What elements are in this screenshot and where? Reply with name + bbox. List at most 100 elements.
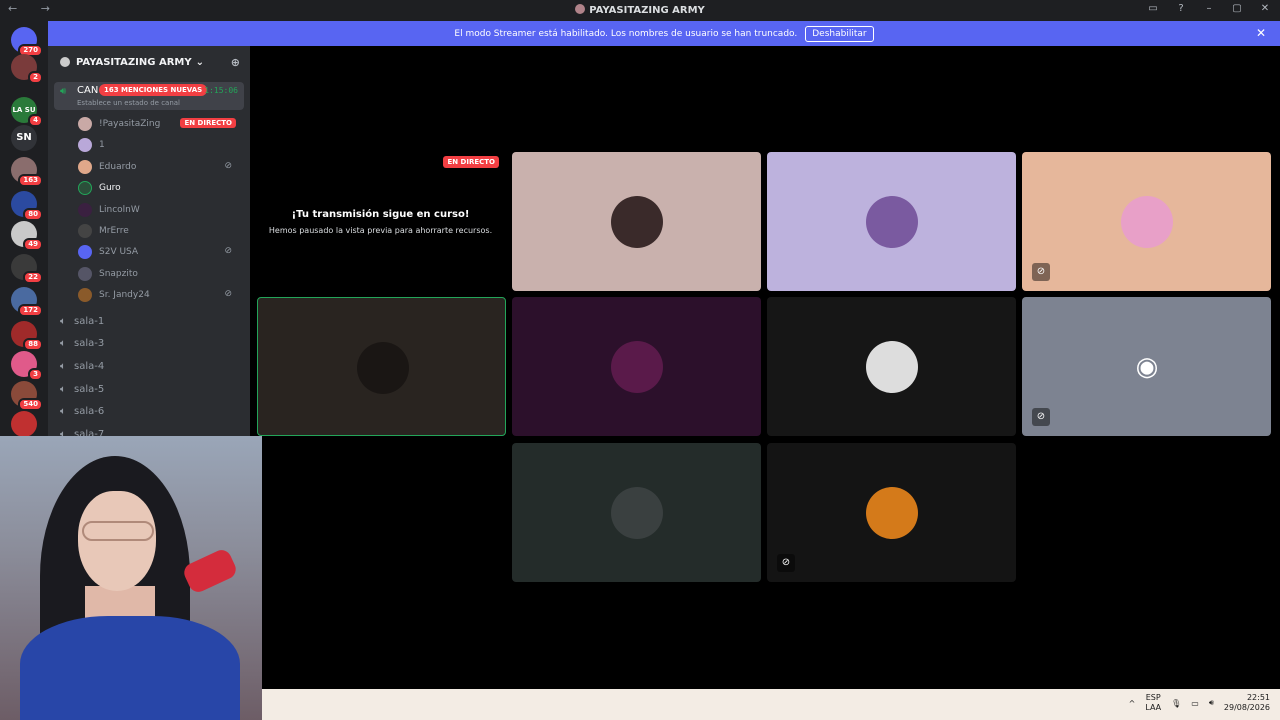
avatar bbox=[78, 202, 92, 217]
mentions-badge[interactable]: 163 MENCIONES NUEVAS bbox=[99, 84, 208, 96]
participant-tile[interactable]: ◉ ⊘ bbox=[1022, 297, 1271, 436]
voice-stage: EN DIRECTO ¡Tu transmisión sigue en curs… bbox=[250, 46, 1280, 689]
webcam-microphone bbox=[181, 546, 239, 596]
member-name: Sr. Jandy24 bbox=[99, 290, 150, 301]
participant-tile[interactable]: ⊘ bbox=[767, 443, 1016, 582]
speaker-icon: 🔈︎ bbox=[60, 360, 66, 372]
inbox-icon[interactable]: ▭ bbox=[1146, 3, 1160, 14]
participant-avatar bbox=[611, 196, 663, 248]
server-label: LA SU bbox=[12, 106, 36, 114]
maximize-button[interactable]: ▢ bbox=[1230, 3, 1244, 14]
participant-avatar bbox=[357, 342, 409, 394]
voice-channel[interactable]: 🔈︎ sala-6 bbox=[60, 403, 240, 421]
speaker-icon: 🔈︎ bbox=[60, 406, 66, 418]
call-timer: 1:15:06 bbox=[204, 86, 238, 95]
server-icon-3[interactable]: LA SU 4 bbox=[11, 97, 43, 127]
participant-avatar bbox=[866, 341, 918, 393]
avatar bbox=[78, 159, 92, 174]
participant-tile[interactable] bbox=[512, 152, 761, 291]
own-stream-tile[interactable]: EN DIRECTO ¡Tu transmisión sigue en curs… bbox=[256, 152, 505, 291]
channel-name: sala-3 bbox=[74, 338, 105, 350]
server-icon-6[interactable]: 80 bbox=[11, 191, 43, 221]
participant-tile[interactable] bbox=[512, 297, 761, 436]
webcam-shirt bbox=[20, 616, 240, 720]
participant-tile[interactable] bbox=[767, 152, 1016, 291]
voice-channel[interactable]: 🔈︎ sala-1 bbox=[60, 312, 240, 330]
channel-sidebar: PAYASITAZING ARMY ⌄ ⊕ 🔊︎ CAN 163 MENCION… bbox=[48, 46, 250, 436]
member-name: S2V USA bbox=[99, 247, 139, 258]
avatar bbox=[78, 224, 92, 238]
server-icon-4[interactable]: SN bbox=[11, 125, 37, 151]
voice-channel[interactable]: 🔈︎ sala-4 bbox=[60, 357, 240, 375]
voice-member[interactable]: Sr. Jandy24 ⊘ bbox=[78, 286, 244, 304]
speaker-icon: 🔈︎ bbox=[60, 383, 66, 395]
mention-badge: 3 bbox=[28, 368, 43, 381]
voice-member[interactable]: MrErre bbox=[78, 222, 244, 240]
add-member-icon[interactable]: ⊕ bbox=[231, 56, 240, 69]
participant-tile[interactable] bbox=[257, 297, 506, 436]
mic-icon[interactable]: 🎙︎ bbox=[1171, 699, 1181, 708]
channel-name: CAN bbox=[77, 85, 99, 96]
voice-member[interactable]: 1 bbox=[78, 136, 244, 154]
volume-icon[interactable]: 🔊︎ bbox=[1209, 698, 1214, 708]
banner-message: El modo Streamer está habilitado. Los no… bbox=[454, 28, 798, 39]
muted-mic-icon: ⊘ bbox=[224, 246, 232, 257]
discord-home-icon[interactable]: 270 bbox=[11, 27, 43, 57]
server-name: PAYASITAZING ARMY bbox=[76, 56, 192, 68]
server-icon-2[interactable]: 2 bbox=[11, 54, 43, 84]
server-icon-5[interactable]: 163 bbox=[11, 157, 43, 187]
server-icon-11[interactable]: 3 bbox=[11, 351, 43, 381]
webcam-overlay bbox=[0, 436, 262, 720]
mention-badge: 540 bbox=[18, 398, 43, 411]
help-icon[interactable]: ? bbox=[1174, 3, 1188, 14]
server-icon-10[interactable]: 88 bbox=[11, 321, 43, 351]
channel-status[interactable]: Establece un estado de canal bbox=[77, 99, 180, 107]
voice-member[interactable]: S2V USA ⊘ bbox=[78, 243, 244, 261]
network-icon[interactable]: ▭ bbox=[1191, 699, 1199, 708]
streamer-mode-banner: El modo Streamer está habilitado. Los no… bbox=[48, 21, 1280, 46]
close-window-button[interactable]: ✕ bbox=[1258, 3, 1272, 14]
title-bar: ← → PAYASITAZING ARMY ▭ ? – ▢ ✕ bbox=[0, 0, 1280, 21]
mention-badge: 172 bbox=[18, 304, 43, 317]
participant-avatar bbox=[866, 196, 918, 248]
server-icon-7[interactable]: 49 bbox=[11, 221, 43, 251]
taskbar: ^ ESP LAA 🎙︎ ▭ 🔊︎ 22:51 29/08/2026 bbox=[262, 689, 1280, 720]
voice-channel[interactable]: 🔈︎ sala-5 bbox=[60, 380, 240, 398]
live-badge: EN DIRECTO bbox=[180, 118, 236, 128]
participant-tile[interactable]: ⊘ bbox=[1022, 152, 1271, 291]
voice-member[interactable]: LincolnW bbox=[78, 201, 244, 219]
server-icon-8[interactable]: 22 bbox=[11, 254, 43, 284]
server-icon bbox=[60, 57, 70, 67]
disable-button[interactable]: Deshabilitar bbox=[805, 25, 874, 42]
minimize-button[interactable]: – bbox=[1202, 3, 1216, 14]
participant-tile[interactable] bbox=[512, 443, 761, 582]
language-indicator[interactable]: ESP LAA bbox=[1145, 693, 1161, 713]
server-list: 270 2 LA SU 4 SN 163 80 49 22 172 88 3 540 bbox=[0, 21, 48, 437]
voice-channel[interactable]: 🔈︎ sala-3 bbox=[60, 335, 240, 353]
voice-channel[interactable]: 🔈︎ sala-7 bbox=[60, 426, 240, 436]
server-icon-13[interactable] bbox=[11, 411, 37, 437]
participant-tile[interactable] bbox=[767, 297, 1016, 436]
mention-badge: 2 bbox=[28, 71, 43, 84]
participant-avatar bbox=[611, 341, 663, 393]
server-icon-12[interactable]: 540 bbox=[11, 381, 43, 411]
mention-badge: 22 bbox=[23, 271, 43, 284]
server-header[interactable]: PAYASITAZING ARMY ⌄ ⊕ bbox=[48, 46, 250, 78]
server-icon-9[interactable]: 172 bbox=[11, 287, 43, 317]
window-title: PAYASITAZING ARMY bbox=[0, 4, 1280, 16]
voice-member[interactable]: Eduardo ⊘ bbox=[78, 158, 244, 176]
clock[interactable]: 22:51 29/08/2026 bbox=[1224, 693, 1270, 713]
voice-member[interactable]: Guro bbox=[78, 179, 244, 197]
member-name: 1 bbox=[99, 140, 105, 151]
active-voice-channel[interactable]: 🔊︎ CAN 163 MENCIONES NUEVAS 1:15:06 Esta… bbox=[54, 82, 244, 110]
banner-close-icon[interactable]: ✕ bbox=[1256, 26, 1266, 40]
member-name: !PayasitaZing bbox=[99, 119, 161, 129]
voice-member[interactable]: Snapzito bbox=[78, 265, 244, 283]
live-badge: EN DIRECTO bbox=[443, 156, 499, 168]
stream-heading: ¡Tu transmisión sigue en curso! bbox=[291, 209, 470, 220]
webcam-face bbox=[78, 491, 156, 591]
muted-mic-icon: ⊘ bbox=[224, 289, 232, 300]
voice-member[interactable]: !PayasitaZing EN DIRECTO bbox=[78, 115, 244, 133]
tray-chevron-icon[interactable]: ^ bbox=[1129, 699, 1136, 708]
avatar bbox=[78, 245, 92, 260]
